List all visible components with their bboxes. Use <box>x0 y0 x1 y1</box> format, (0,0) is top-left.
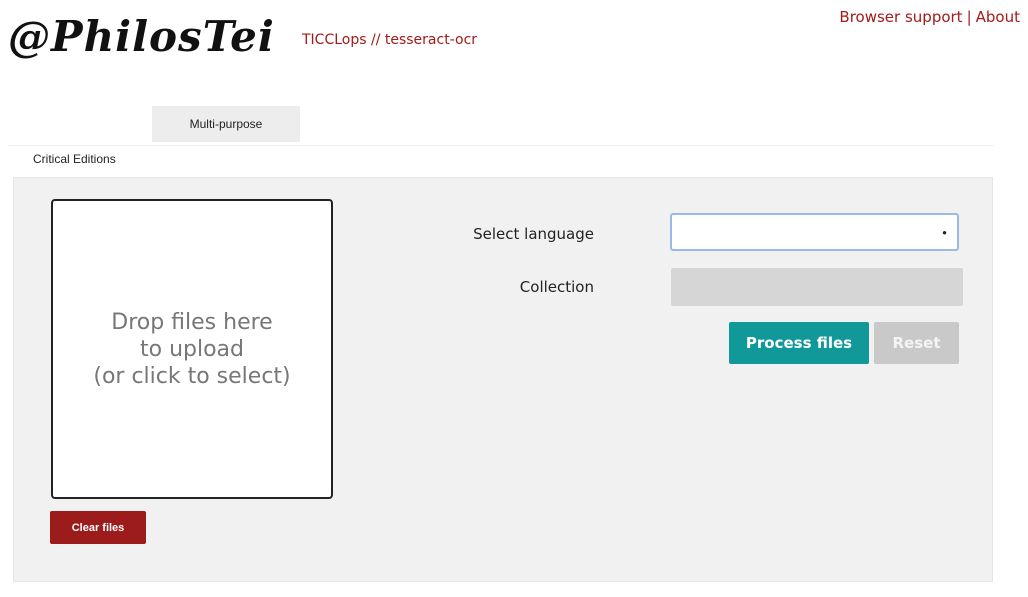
language-select[interactable]: ● <box>670 213 959 251</box>
dropzone-line-3: (or click to select) <box>93 363 291 389</box>
dropzone-line-1: Drop files here <box>111 309 273 335</box>
browser-support-link[interactable]: Browser support <box>839 8 962 26</box>
tabs-divider <box>8 145 994 146</box>
collection-label: Collection <box>519 278 594 296</box>
collection-input[interactable] <box>671 268 963 306</box>
top-nav: Browser support | About <box>839 8 1020 26</box>
about-link[interactable]: About <box>976 8 1020 26</box>
chevron-down-icon: ● <box>942 228 947 237</box>
clear-files-button[interactable]: Clear files <box>50 511 146 544</box>
reset-button[interactable]: Reset <box>874 322 959 364</box>
select-language-label: Select language <box>473 225 594 243</box>
site-logo[interactable]: @PhilosTei <box>8 12 275 62</box>
dropzone-line-2: to upload <box>139 336 244 362</box>
file-dropzone[interactable]: Drop files here to upload (or click to s… <box>51 199 333 499</box>
tab-multi-purpose[interactable]: Multi-purpose <box>152 106 300 142</box>
page: @PhilosTei TICCLops // tesseract-ocr Bro… <box>0 0 1028 597</box>
upload-panel: Drop files here to upload (or click to s… <box>13 177 993 582</box>
site-subtitle: TICCLops // tesseract-ocr <box>302 32 478 48</box>
tab-critical-editions[interactable]: Critical Editions <box>33 152 116 166</box>
process-files-button[interactable]: Process files <box>729 322 869 364</box>
nav-separator: | <box>966 8 972 26</box>
dropzone-text: Drop files here to upload (or click to s… <box>93 309 290 390</box>
